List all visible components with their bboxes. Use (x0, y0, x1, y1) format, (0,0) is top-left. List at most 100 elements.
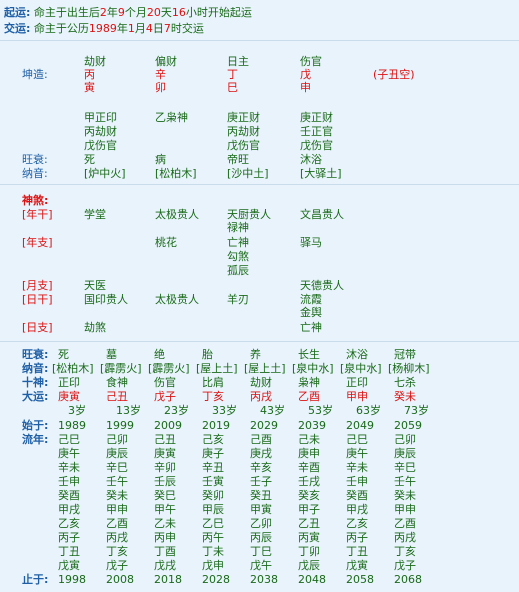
liunian-cell: 壬午 (394, 475, 416, 488)
age-cell: 3岁 (68, 404, 86, 417)
shiyu-cell: 2039 (298, 419, 326, 432)
liunian-cell: 己酉 (250, 433, 272, 446)
liunian-cell: 丁未 (202, 545, 224, 558)
liunian-cell: 壬申 (58, 475, 80, 488)
liunian-cell: 己亥 (202, 433, 224, 446)
wangshuai-3: 沐浴 (300, 153, 322, 166)
nayin-cell: [杨柳木] (388, 362, 430, 375)
canggan-3-1: 壬正官 (300, 125, 333, 138)
qiyun-seg: 小时开始起运 (185, 6, 252, 19)
liunian-cell: 壬寅 (202, 475, 224, 488)
divider (0, 40, 519, 41)
liunian-cell: 乙亥 (346, 517, 368, 530)
liunian-cell: 庚寅 (154, 447, 176, 460)
zhiyu-cell: 2028 (202, 573, 230, 586)
liunian-cell: 甲申 (394, 503, 416, 516)
liunian-cell: 丁酉 (154, 545, 176, 558)
liunian-cell: 乙亥 (58, 517, 80, 530)
qiyun-num: 9 (117, 6, 125, 19)
liunian-cell: 戊戌 (154, 559, 176, 572)
qiyun-seg: 年 (106, 6, 118, 19)
pillar-zhi-1: 卯 (155, 81, 166, 94)
shishen-cell: 七杀 (394, 376, 416, 389)
jiaoyun-text: 命主于公历1989年1月4日7时交运 (34, 22, 204, 35)
liunian-cell: 戊子 (106, 559, 128, 572)
canggan-0-2: 戊伤官 (84, 139, 117, 152)
age-cell: 63岁 (356, 404, 381, 417)
liunian-cell: 庚辰 (106, 447, 128, 460)
qiyun-seg: 命主于出生后 (33, 6, 100, 19)
canggan-2-0: 庚正财 (227, 111, 260, 124)
shensha-item: 太极贵人 (155, 293, 199, 306)
liunian-cell: 戊申 (202, 559, 224, 572)
liunian-cell: 丁卯 (298, 545, 320, 558)
liunian-cell: 癸巳 (154, 489, 176, 502)
liunian-cell: 癸未 (106, 489, 128, 502)
shensha-row-label: [月支] (22, 279, 53, 292)
jiaoyun-seg: 月 (134, 22, 146, 35)
nayin-label: 纳音: (22, 362, 49, 375)
canggan-3-2: 戊伤官 (300, 139, 333, 152)
shishen-cell: 枭神 (298, 376, 320, 389)
dayun-cell: 己丑 (106, 390, 128, 403)
liunian-cell: 甲辰 (202, 503, 224, 516)
liunian-cell: 乙丑 (298, 517, 320, 530)
nayin-cell: [松柏木] (52, 362, 94, 375)
liunian-cell: 己巳 (58, 433, 80, 446)
liunian-cell: 戊午 (250, 559, 272, 572)
liunian-cell: 戊辰 (298, 559, 320, 572)
nayin-1: [松柏木] (155, 167, 197, 180)
qiyun-label: 起运: (4, 6, 31, 19)
shensha-item: 禄神 (227, 221, 249, 234)
liunian-cell: 癸酉 (346, 489, 368, 502)
shensha-row-label: [日干] (22, 293, 53, 306)
shensha-item: 驿马 (300, 236, 322, 249)
liunian-cell: 辛亥 (250, 461, 272, 474)
liunian-cell: 甲午 (154, 503, 176, 516)
qiyun-line: 起运: 命主于出生后2年9个月20天16小时开始起运 (4, 6, 252, 20)
shiyu-cell: 1989 (58, 419, 86, 432)
liunian-cell: 己卯 (394, 433, 416, 446)
wangshuai-cell: 冠带 (394, 348, 416, 361)
pillar-gan-0: 丙 (84, 68, 95, 81)
liunian-cell: 庚申 (298, 447, 320, 460)
liunian-cell: 丁丑 (58, 545, 80, 558)
liunian-cell: 甲寅 (250, 503, 272, 516)
dayun-cell: 癸未 (394, 390, 416, 403)
wangshuai-label: 旺衰: (22, 348, 49, 361)
shishen-cell: 比肩 (202, 376, 224, 389)
dayun-cell: 甲申 (346, 390, 368, 403)
shishen-cell: 正印 (58, 376, 80, 389)
qiyun-seg: 个月 (124, 6, 147, 19)
wangshuai-cell: 绝 (154, 348, 165, 361)
dayun-cell: 丁亥 (202, 390, 224, 403)
liunian-cell: 辛未 (346, 461, 368, 474)
liunian-cell: 丙子 (346, 531, 368, 544)
zhiyu-cell: 2058 (346, 573, 374, 586)
wangshuai-cell: 墓 (106, 348, 117, 361)
pillar-shishen-2: 日主 (227, 55, 249, 68)
wangshuai-cell: 沐浴 (346, 348, 368, 361)
nayin-cell: [泉中水] (340, 362, 382, 375)
liunian-cell: 己巳 (346, 433, 368, 446)
zhiyu-label: 止于: (22, 573, 49, 586)
canggan-1-0: 乙枭神 (155, 111, 188, 124)
liunian-cell: 丙戌 (394, 531, 416, 544)
liunian-cell: 辛卯 (154, 461, 176, 474)
shishen-label: 十神: (22, 376, 49, 389)
wangshuai-cell: 长生 (298, 348, 320, 361)
qiyun-num: 2 (99, 6, 107, 19)
liunian-cell: 庚午 (58, 447, 80, 460)
jiaoyun-num: 4 (145, 22, 153, 35)
liunian-cell: 己未 (298, 433, 320, 446)
shiyu-cell: 2049 (346, 419, 374, 432)
age-cell: 53岁 (308, 404, 333, 417)
liunian-cell: 癸丑 (250, 489, 272, 502)
canggan-0-1: 丙劫财 (84, 125, 117, 138)
pillar-zhi-0: 寅 (84, 81, 95, 94)
liunian-cell: 癸未 (394, 489, 416, 502)
liunian-cell: 庚午 (346, 447, 368, 460)
liunian-cell: 辛酉 (298, 461, 320, 474)
liunian-cell: 丁巳 (250, 545, 272, 558)
shensha-item: 太极贵人 (155, 208, 199, 221)
